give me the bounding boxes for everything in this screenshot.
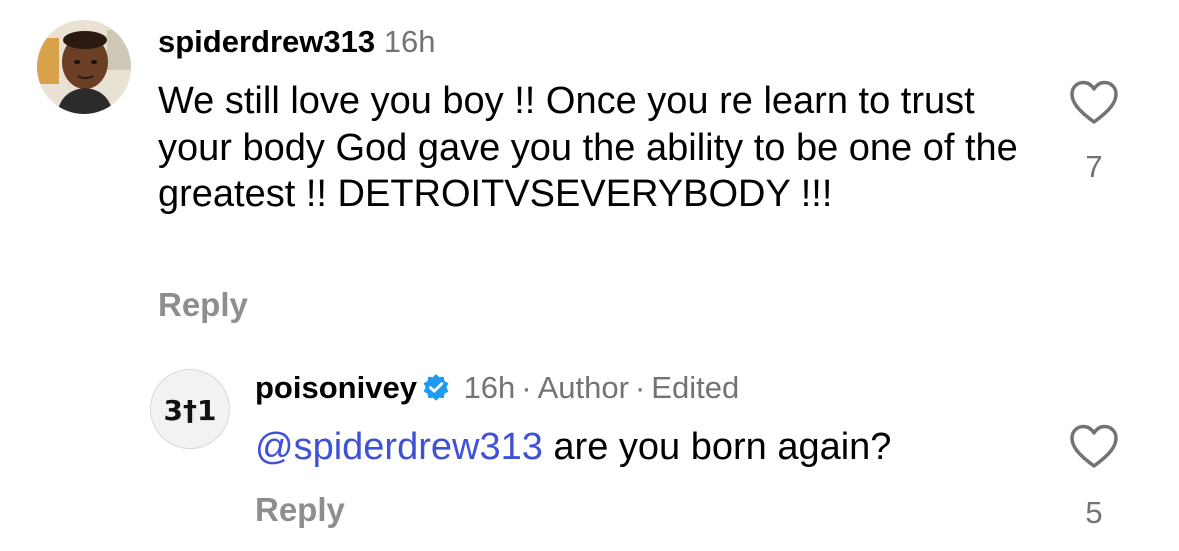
heart-icon[interactable]: [1069, 424, 1119, 470]
comment-username[interactable]: spiderdrew313: [158, 24, 375, 59]
reply-button[interactable]: Reply: [158, 284, 248, 326]
separator-dot: ·: [634, 370, 646, 405]
separator-dot: ·: [521, 370, 532, 405]
mention-link[interactable]: @spiderdrew313: [255, 426, 543, 468]
edited-label: Edited: [651, 370, 740, 405]
author-avatar[interactable]: 3†1: [150, 369, 230, 449]
verified-badge-icon: [421, 373, 451, 403]
comment-text: @spiderdrew313 are you born again?: [255, 424, 1055, 470]
comment-text: We still love you boy !! Once you re lea…: [158, 80, 1018, 215]
comment-meta: spiderdrew313 16h: [158, 22, 435, 62]
like-count[interactable]: 5: [1044, 493, 1144, 533]
comment-time: 16h: [463, 370, 516, 405]
logo-avatar: 3†1: [151, 370, 229, 448]
author-label: Author: [537, 370, 629, 405]
user-avatar[interactable]: [37, 20, 131, 114]
comment-username[interactable]: poisonivey: [255, 370, 417, 405]
like-count[interactable]: 7: [1044, 147, 1144, 187]
avatar-photo: [37, 20, 131, 114]
comment-text-content: are you born again?: [542, 426, 892, 468]
comment-1: spiderdrew313 16h We still love you boy …: [0, 0, 1179, 340]
avatar-logo-text: 3†1: [164, 394, 217, 427]
heart-icon[interactable]: [1069, 80, 1119, 126]
comment-time: 16h: [383, 24, 436, 59]
reply-button[interactable]: Reply: [255, 489, 345, 531]
comment-2-reply: 3†1 poisonivey 16h · Author · Edited @spider…: [0, 340, 1179, 551]
comment-meta: poisonivey 16h · Author · Edited: [255, 368, 739, 408]
